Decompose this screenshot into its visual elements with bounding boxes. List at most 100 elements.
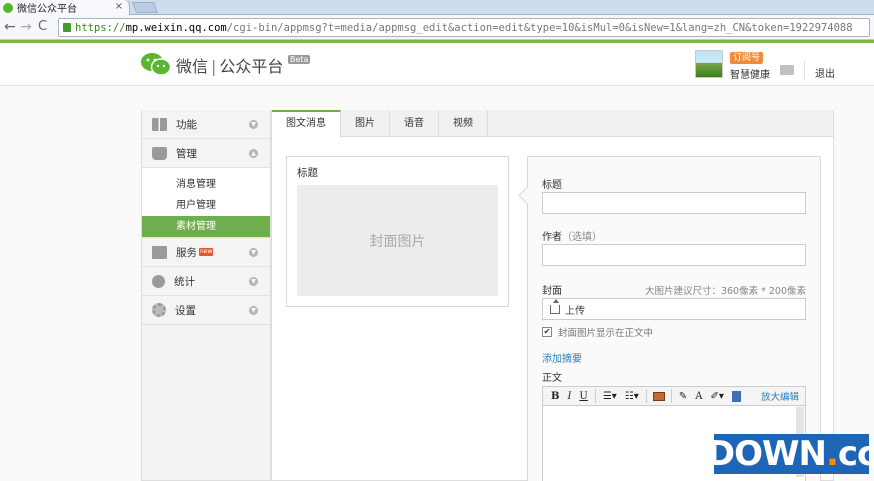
tab-video[interactable]: 视频 (439, 110, 488, 137)
logo-separator: | (211, 57, 217, 76)
author-label: 作者（选填） (542, 228, 602, 243)
tray-icon (152, 146, 167, 160)
font-color-button[interactable]: A (691, 391, 706, 402)
logout-link[interactable]: 退出 (815, 65, 835, 80)
underline-button[interactable]: U (575, 391, 591, 402)
url-scheme: https:// (75, 21, 126, 34)
author-label-text: 作者 (542, 232, 562, 243)
mail-icon[interactable] (780, 65, 794, 75)
ordered-list-icon[interactable]: ☰▾ (599, 391, 621, 402)
toolbar-divider (670, 389, 672, 403)
sidebar-item-label: 管理 (176, 147, 197, 160)
title-label: 标题 (542, 180, 562, 191)
logo-platform: 公众平台 (219, 57, 284, 76)
cover-placeholder-text: 封面图片 (369, 233, 426, 250)
grid-icon (152, 117, 167, 131)
lock-icon (63, 23, 71, 32)
bold-button[interactable]: B (547, 391, 563, 402)
watermark-text: DOWN (706, 434, 827, 474)
chevron-down-icon[interactable]: ▼ (249, 277, 258, 286)
tab-news[interactable]: 图文消息 (272, 110, 341, 138)
site-header: 微信 | 公众平台 Beta 订阅号 智慧健康 退出 (0, 43, 874, 86)
sidebar-item-settings[interactable]: 设置 ▼ (142, 296, 270, 325)
avatar[interactable] (695, 50, 723, 78)
sidebar-subitem-users[interactable]: 用户管理 (142, 195, 270, 216)
printer-icon (152, 245, 167, 259)
new-badge: new (199, 248, 214, 256)
article-preview: 标题 封面图片 (286, 156, 509, 307)
sidebar-item-label: 服务 (176, 246, 197, 259)
beta-badge: Beta (288, 55, 311, 64)
rich-text-toolbar: B I U ☰▾ ☷▾ ✎ A ✐▾ 放大编辑 (542, 386, 806, 406)
sidebar-item-label: 统计 (174, 275, 195, 288)
sidebar: 功能 ▼ 管理 ▲ 消息管理 用户管理 素材管理 服务 new ▼ 统计 ▼ 设… (141, 110, 271, 481)
sidebar-item-manage[interactable]: 管理 ▲ (142, 139, 270, 168)
author-input[interactable] (542, 244, 806, 266)
cover-image-placeholder: 封面图片 (297, 185, 498, 296)
unordered-list-icon[interactable]: ☷▾ (621, 391, 643, 402)
sidebar-item-features[interactable]: 功能 ▼ (142, 110, 270, 139)
watermark-dot: . (825, 434, 839, 474)
sidebar-item-label: 功能 (176, 118, 197, 131)
logo-text[interactable]: 微信 | 公众平台 (176, 53, 283, 77)
address-bar[interactable]: https://mp.weixin.qq.com/cgi-bin/appmsg?… (58, 18, 870, 37)
url-path: /cgi-bin/appmsg?t=media/appmsg_edit&acti… (226, 21, 853, 34)
chevron-down-icon[interactable]: ▼ (249, 248, 258, 257)
tab-voice[interactable]: 语音 (390, 110, 439, 137)
browser-tab[interactable]: 微信公众平台 × (0, 0, 130, 15)
article-editor: 标题 作者（选填） 封面 大图片建议尺寸：360像素 * 200像素 上传 ✔ … (527, 156, 821, 481)
watermark-logo: DOWN. cc (707, 434, 874, 474)
tab-title: 微信公众平台 (17, 4, 77, 15)
watermark-tld: cc (837, 434, 874, 474)
show-cover-label: 封面图片显示在正文中 (558, 328, 654, 339)
insert-image-icon[interactable] (652, 391, 665, 401)
manage-submenu: 消息管理 用户管理 素材管理 (142, 168, 270, 238)
main-content: 图文消息 图片 语音 视频 标题 封面图片 标题 作者（选填） 封面 大图片建议… (271, 110, 834, 481)
chevron-down-icon[interactable]: ▼ (249, 120, 258, 129)
pie-icon (152, 274, 165, 288)
upload-label: 上传 (565, 305, 585, 317)
expand-editor-link[interactable]: 放大编辑 (761, 389, 799, 403)
eraser-icon[interactable]: ✎ (675, 391, 691, 402)
sidebar-item-stats[interactable]: 统计 ▼ (142, 267, 270, 296)
preview-title: 标题 (297, 167, 318, 179)
sidebar-item-label: 设置 (175, 304, 196, 317)
show-cover-checkbox[interactable]: ✔ (542, 327, 552, 337)
upload-button[interactable]: 上传 (542, 298, 806, 320)
material-tabs: 图文消息 图片 语音 视频 (272, 110, 833, 138)
header-divider (804, 61, 805, 79)
url-host: mp.weixin.qq.com (125, 21, 227, 34)
gear-icon (152, 303, 166, 317)
upload-icon (550, 298, 560, 314)
tab-images[interactable]: 图片 (341, 110, 390, 137)
sidebar-item-services[interactable]: 服务 new ▼ (142, 238, 270, 267)
toolbar-divider (594, 389, 596, 403)
tab-close-icon[interactable]: × (115, 1, 123, 12)
cover-size-hint: 大图片建议尺寸：360像素 * 200像素 (644, 286, 806, 297)
wechat-logo-icon[interactable] (140, 51, 172, 77)
save-icon[interactable] (731, 390, 741, 402)
browser-tabbar: 微信公众平台 × (0, 0, 874, 15)
browser-navbar: ← → C https://mp.weixin.qq.com/cgi-bin/a… (0, 15, 874, 40)
reload-icon[interactable]: C (38, 19, 47, 35)
wechat-favicon-icon (3, 2, 13, 13)
body-label: 正文 (542, 373, 562, 384)
show-cover-option: ✔ 封面图片显示在正文中 (542, 325, 653, 339)
italic-button[interactable]: I (563, 391, 575, 402)
sidebar-subitem-messages[interactable]: 消息管理 (142, 174, 270, 195)
title-input[interactable] (542, 192, 806, 214)
chevron-up-icon[interactable]: ▲ (249, 149, 258, 158)
forward-arrow-icon[interactable]: → (20, 19, 32, 35)
highlight-icon[interactable]: ✐▾ (706, 391, 727, 402)
chevron-down-icon[interactable]: ▼ (249, 306, 258, 315)
new-tab-button[interactable] (131, 2, 159, 13)
account-type-badge: 订阅号 (730, 52, 764, 64)
author-optional-hint: （选填） (562, 232, 602, 243)
sidebar-subitem-materials[interactable]: 素材管理 (142, 216, 270, 237)
toolbar-divider (645, 389, 647, 403)
cover-label: 封面 (542, 286, 562, 297)
logo-wechat: 微信 (176, 57, 209, 76)
back-arrow-icon[interactable]: ← (4, 19, 16, 35)
account-name[interactable]: 智慧健康 (730, 66, 770, 81)
add-summary-link[interactable]: 添加摘要 (542, 350, 582, 365)
